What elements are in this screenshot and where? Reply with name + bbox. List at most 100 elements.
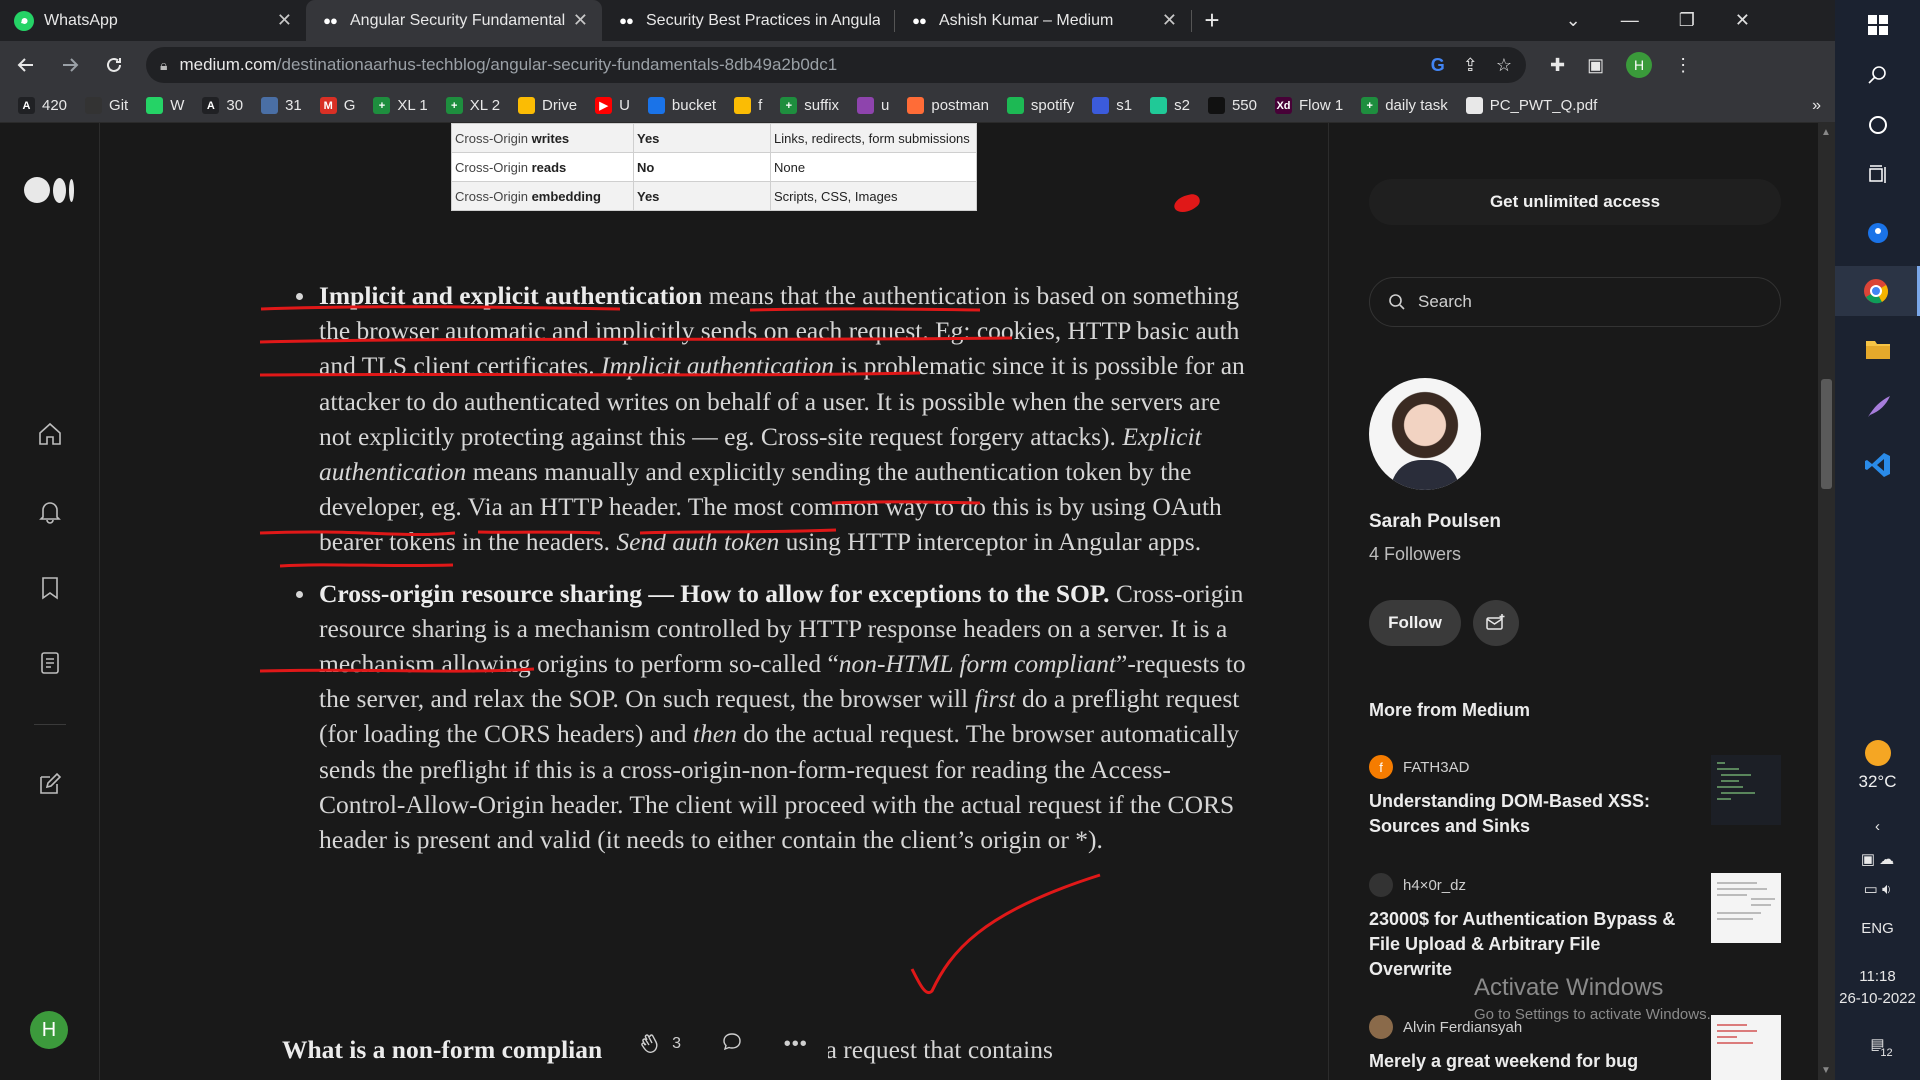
story-card[interactable]: f FATH3AD Understanding DOM-Based XSS: So…	[1369, 755, 1781, 839]
tray-overflow-icon[interactable]: ‹	[1835, 818, 1920, 835]
network-icon[interactable]: ▭	[1864, 881, 1878, 898]
clap-button[interactable]: 3	[638, 1032, 681, 1056]
bookmark-item[interactable]: MG	[319, 97, 355, 114]
story-author[interactable]: h4×0r_dz	[1403, 877, 1466, 894]
home-icon[interactable]	[36, 420, 64, 448]
bookmark-item[interactable]: spotify	[1006, 97, 1074, 114]
clock-time[interactable]: 11:18	[1835, 968, 1920, 985]
story-card[interactable]: h4×0r_dz 23000$ for Authentication Bypas…	[1369, 873, 1781, 982]
notifications-bell-icon[interactable]	[36, 497, 64, 525]
onedrive-icon[interactable]: ☁	[1879, 851, 1894, 868]
bookmark-item[interactable]: s1	[1092, 97, 1132, 114]
tab-security-best-practices[interactable]: ●● Security Best Practices in Angular	[602, 0, 894, 41]
clock-date[interactable]: 26-10-2022	[1835, 990, 1920, 1007]
story-title[interactable]: Understanding DOM-Based XSS: Sources and…	[1369, 789, 1679, 839]
bookmark-item[interactable]: + suffix	[780, 97, 839, 114]
get-unlimited-access-button[interactable]: Get unlimited access	[1369, 179, 1781, 225]
vscode-icon[interactable]	[1835, 440, 1920, 490]
stories-icon[interactable]	[36, 649, 64, 677]
bookmark-item[interactable]: postman	[907, 97, 989, 114]
back-icon[interactable]	[8, 47, 44, 83]
menu-icon[interactable]: ⋮	[1674, 55, 1692, 76]
scroll-down-icon[interactable]: ▼	[1821, 1065, 1831, 1076]
bookmark-item[interactable]: bucket	[647, 97, 716, 114]
write-icon[interactable]	[36, 770, 64, 798]
story-title[interactable]: 23000$ for Authentication Bypass & File …	[1369, 907, 1679, 982]
bookmark-item[interactable]: + daily task	[1361, 97, 1448, 114]
story-card[interactable]: Alvin Ferdiansyah Merely a great weekend…	[1369, 1015, 1781, 1080]
search-input[interactable]: Search	[1369, 277, 1781, 327]
bookmark-item[interactable]: f	[734, 97, 762, 114]
bookmark-item[interactable]: + XL 1	[373, 97, 428, 114]
response-icon[interactable]	[721, 1031, 743, 1058]
user-avatar[interactable]: H	[30, 1011, 68, 1049]
bookmark-item[interactable]: + XL 2	[445, 97, 500, 114]
minimize-icon[interactable]: —	[1621, 10, 1639, 31]
search-icon[interactable]	[1835, 50, 1920, 100]
side-panel-icon[interactable]: ▣	[1587, 55, 1604, 76]
notification-center-icon[interactable]: ▤ 12	[1835, 1035, 1920, 1059]
share-icon[interactable]: ⇪	[1463, 55, 1478, 76]
url-bar[interactable]: 🔒︎ medium.com/destinationaarhus-techblog…	[146, 47, 1526, 83]
profile-avatar[interactable]: H	[1626, 52, 1653, 78]
bookmark-item[interactable]: s2	[1150, 97, 1190, 114]
follower-count[interactable]: 4 Followers	[1369, 544, 1461, 565]
feather-app-icon[interactable]	[1835, 382, 1920, 432]
weather-widget[interactable]: 32°C	[1835, 740, 1920, 792]
bookmark-item[interactable]: Git	[85, 97, 128, 114]
new-tab-button[interactable]: +	[1192, 0, 1232, 41]
tab-search-icon[interactable]: ⌄	[1566, 10, 1581, 31]
chrome-icon[interactable]	[1835, 266, 1920, 316]
story-author-avatar: f	[1369, 755, 1393, 779]
bookmark-item[interactable]: PC_PWT_Q.pdf	[1465, 97, 1597, 114]
author-name[interactable]: Sarah Poulsen	[1369, 511, 1501, 533]
story-author[interactable]: FATH3AD	[1403, 759, 1469, 776]
scroll-up-icon[interactable]: ▲	[1821, 127, 1831, 138]
close-icon[interactable]: ✕	[1162, 10, 1177, 31]
forward-icon[interactable]	[52, 47, 88, 83]
story-title[interactable]: Merely a great weekend for bug	[1369, 1049, 1679, 1074]
close-window-icon[interactable]: ✕	[1735, 10, 1750, 31]
bookmark-item[interactable]: Xd Flow 1	[1275, 97, 1343, 114]
story-thumbnail[interactable]	[1711, 1015, 1781, 1080]
scrollbar-thumb[interactable]	[1821, 379, 1832, 489]
file-explorer-icon[interactable]	[1835, 324, 1920, 374]
page-scrollbar[interactable]: ▲ ▼	[1818, 123, 1835, 1080]
bookmark-item[interactable]: W	[146, 97, 184, 114]
volume-icon[interactable]: 🔉︎	[1882, 881, 1891, 898]
close-icon[interactable]: ✕	[573, 10, 588, 31]
task-view-icon[interactable]	[1835, 150, 1920, 200]
follow-button[interactable]: Follow	[1369, 600, 1461, 646]
maps-icon[interactable]	[1835, 208, 1920, 258]
tab-whatsapp[interactable]: WhatsApp ✕	[0, 0, 306, 41]
start-icon[interactable]	[1835, 0, 1920, 50]
bookmark-item[interactable]: 550	[1207, 97, 1257, 114]
bookmark-item[interactable]: A 420	[18, 97, 67, 114]
google-icon[interactable]: G	[1431, 55, 1445, 76]
more-options-icon[interactable]: •••	[784, 1033, 808, 1056]
lock-icon[interactable]: 🔒︎	[160, 57, 167, 74]
close-icon[interactable]: ✕	[277, 10, 292, 31]
bookmark-item[interactable]: u	[857, 97, 889, 114]
story-thumbnail[interactable]	[1711, 873, 1781, 943]
bookmark-star-icon[interactable]: ☆	[1496, 55, 1512, 76]
story-author[interactable]: Alvin Ferdiansyah	[1403, 1019, 1522, 1036]
tab-ashish-kumar[interactable]: ●● Ashish Kumar – Medium ✕	[895, 0, 1191, 41]
bookmark-item[interactable]: A 30	[202, 97, 243, 114]
subscribe-button[interactable]	[1473, 600, 1519, 646]
cortana-icon[interactable]	[1835, 100, 1920, 150]
language-indicator[interactable]: ENG	[1835, 920, 1920, 937]
more-bookmarks-icon[interactable]: »	[1812, 97, 1821, 115]
story-thumbnail[interactable]	[1711, 755, 1781, 825]
tab-angular-security[interactable]: ●● Angular Security Fundamentals. T ✕	[306, 0, 602, 41]
bookmark-item[interactable]: 31	[261, 97, 302, 114]
extensions-icon[interactable]: ✚	[1550, 55, 1565, 76]
author-avatar[interactable]	[1369, 378, 1481, 490]
medium-logo[interactable]	[24, 177, 74, 203]
bookmark-item[interactable]: ▶ U	[595, 97, 630, 114]
bookmark-item[interactable]: Drive	[518, 97, 577, 114]
restore-icon[interactable]: ❐	[1679, 10, 1695, 31]
bookmarks-icon[interactable]	[36, 574, 64, 602]
meet-icon[interactable]: ▣	[1861, 851, 1875, 868]
reload-icon[interactable]	[96, 47, 132, 83]
